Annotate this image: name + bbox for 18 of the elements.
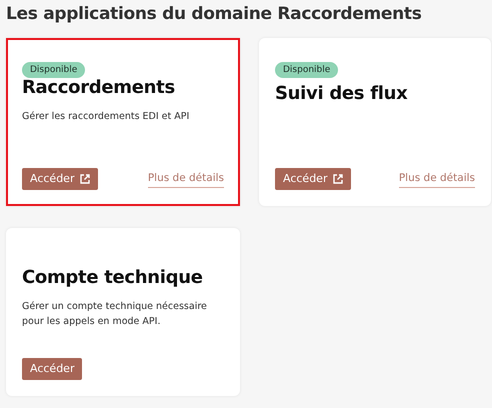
details-link[interactable]: Plus de détails: [148, 171, 224, 188]
external-link-icon: [333, 174, 344, 184]
page-title: Les applications du domaine Raccordements: [6, 4, 423, 24]
app-title: Raccordements: [22, 76, 176, 100]
app-title: Suivi des flux: [275, 82, 408, 106]
app-card[interactable]: Disponible Suivi des flux Accéder Plus de détails: [259, 38, 491, 206]
details-link[interactable]: Plus de détails: [398, 171, 475, 188]
access-button[interactable]: Accéder: [22, 358, 82, 380]
external-link-icon: [80, 174, 90, 184]
app-title: Compte technique: [22, 266, 204, 290]
status-badge: Disponible: [275, 62, 338, 78]
app-card[interactable]: Disponible Raccordements Gérer les raccordements EDI et API Accéder Plus de détails: [6, 38, 240, 206]
access-button[interactable]: Accéder: [22, 168, 98, 190]
app-description: Gérer un compte technique nécessaire pour les appels en mode API.: [22, 300, 208, 330]
app-description: Gérer les raccordements EDI et API: [22, 110, 190, 124]
app-card[interactable]: Compte technique Gérer un compte technique nécessaire pour les appels en mode API. Accéder: [6, 228, 240, 396]
access-button[interactable]: Accéder: [275, 168, 352, 190]
status-badge: Disponible: [22, 62, 86, 78]
